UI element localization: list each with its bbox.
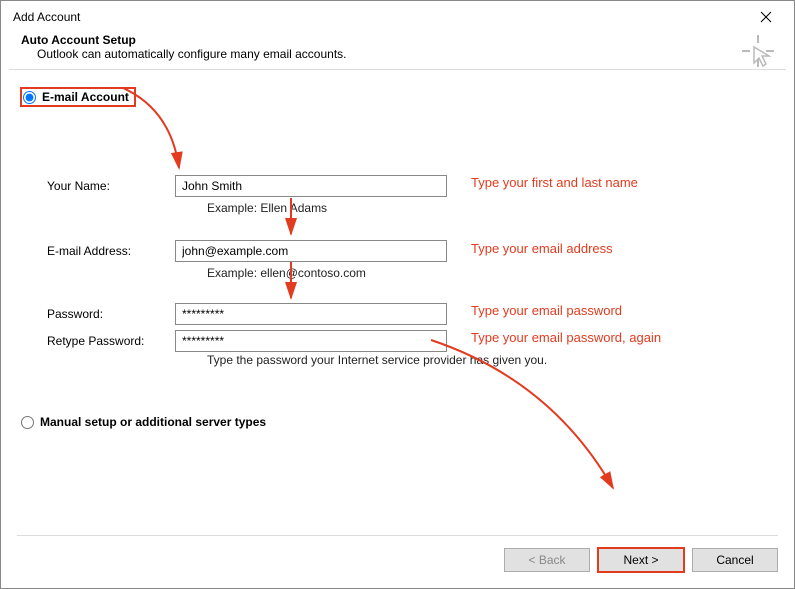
password-note: Type the password your Internet service … <box>207 353 547 367</box>
your-name-input[interactable] <box>175 175 447 197</box>
next-button[interactable]: Next > <box>598 548 684 572</box>
manual-setup-radio-row[interactable]: Manual setup or additional server types <box>21 415 266 429</box>
annotation-arrows <box>1 70 761 510</box>
manual-setup-radio[interactable] <box>21 416 34 429</box>
your-name-label: Your Name: <box>47 179 175 193</box>
close-button[interactable] <box>746 3 786 31</box>
email-hint: Type your email address <box>471 241 613 256</box>
email-input[interactable] <box>175 240 447 262</box>
email-account-radio-row[interactable]: E-mail Account <box>21 88 135 106</box>
titlebar: Add Account <box>1 1 794 33</box>
retype-password-row: Retype Password: Type the password your … <box>21 329 547 367</box>
close-icon <box>760 11 772 23</box>
header-title: Auto Account Setup <box>21 33 774 47</box>
password-label: Password: <box>47 307 175 321</box>
manual-setup-label: Manual setup or additional server types <box>40 415 266 429</box>
back-button[interactable]: < Back <box>504 548 590 572</box>
email-row: E-mail Address: Example: ellen@contoso.c… <box>21 239 447 287</box>
cursor-sparkle-icon <box>740 33 776 69</box>
your-name-example: Example: Ellen Adams <box>207 198 447 222</box>
password-row: Password: <box>21 302 447 326</box>
button-bar: < Back Next > Cancel <box>504 548 778 572</box>
name-hint: Type your first and last name <box>471 175 638 190</box>
email-label: E-mail Address: <box>47 244 175 258</box>
email-example: Example: ellen@contoso.com <box>207 263 447 287</box>
header: Auto Account Setup Outlook can automatic… <box>1 33 794 69</box>
email-account-radio[interactable] <box>23 91 36 104</box>
window-title: Add Account <box>13 10 80 24</box>
password-input[interactable] <box>175 303 447 325</box>
retype-password-label: Retype Password: <box>47 334 175 348</box>
password-hint: Type your email password <box>471 303 622 318</box>
footer-rule <box>17 535 778 536</box>
name-row: Your Name: Example: Ellen Adams <box>21 174 447 222</box>
email-account-label: E-mail Account <box>42 90 129 104</box>
header-subtitle: Outlook can automatically configure many… <box>37 47 774 61</box>
content: E-mail Account Your Name: Example: Ellen… <box>1 70 794 510</box>
retype-password-input[interactable] <box>175 330 447 352</box>
cancel-button[interactable]: Cancel <box>692 548 778 572</box>
retype-password-hint: Type your email password, again <box>471 330 661 345</box>
